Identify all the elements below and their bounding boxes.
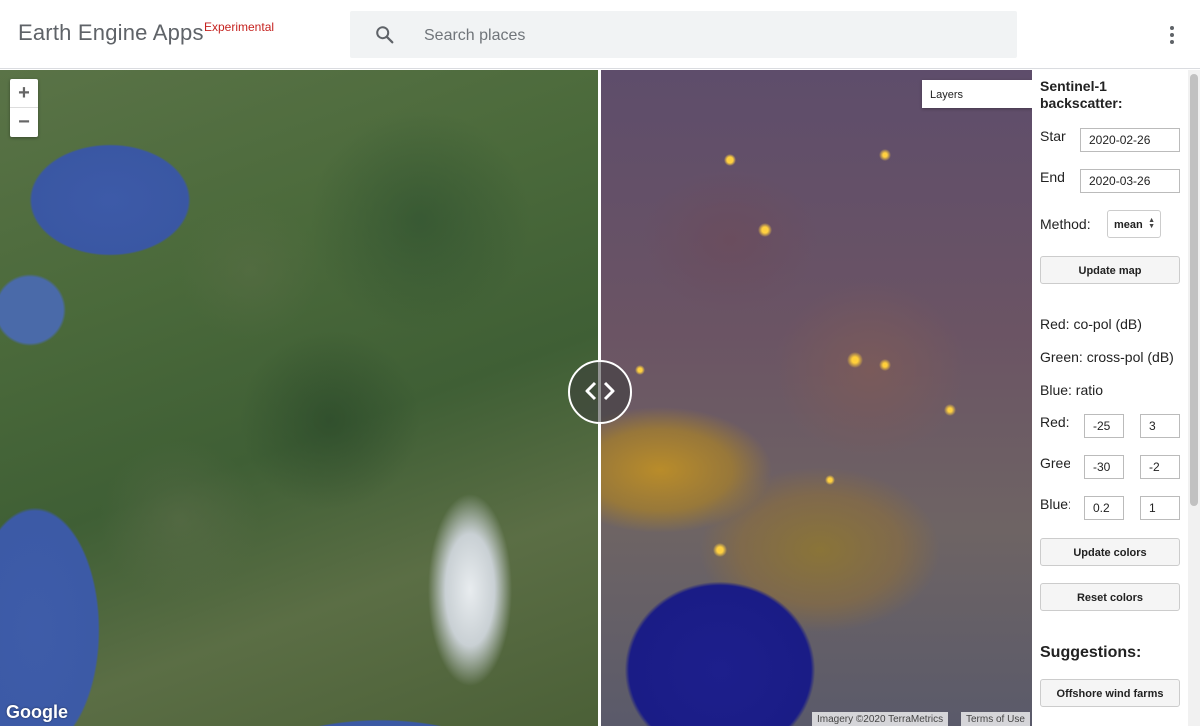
map-right-city-lights xyxy=(600,70,1032,726)
app-title[interactable]: Earth Engine Apps xyxy=(18,20,204,46)
map-left-satellite[interactable] xyxy=(0,70,600,726)
legend-red: Red: co-pol (dB) xyxy=(1040,316,1142,332)
search-input[interactable] xyxy=(422,11,1006,60)
suggestion-offshore-wind-button[interactable]: Offshore wind farms xyxy=(1040,679,1180,707)
red-max-input[interactable]: 3 xyxy=(1140,414,1180,438)
scrollbar-thumb[interactable] xyxy=(1190,74,1198,506)
terms-link[interactable]: Terms of Use xyxy=(961,712,1030,726)
google-logo: Google xyxy=(6,702,68,722)
method-select-value: mean xyxy=(1114,219,1143,231)
app-header: Earth Engine Apps Experimental xyxy=(0,0,1200,69)
map-left-texture xyxy=(0,70,600,726)
start-date-input[interactable]: 2020-02-26 xyxy=(1080,128,1180,152)
search-icon[interactable] xyxy=(374,24,396,46)
method-label: Method: xyxy=(1040,216,1091,232)
zoom-out-button[interactable]: − xyxy=(10,108,38,137)
green-max-input[interactable]: -2 xyxy=(1140,455,1180,479)
blue-min-input[interactable]: 0.2 xyxy=(1084,496,1124,520)
legend-blue: Blue: ratio xyxy=(1040,382,1104,398)
chevrons-left-right-icon xyxy=(585,381,615,401)
imagery-attribution: Imagery ©2020 TerraMetrics xyxy=(812,712,949,726)
control-panel: Sentinel-1 backscatter: Start 2020-02-26… xyxy=(1032,70,1188,726)
update-map-button[interactable]: Update map xyxy=(1040,256,1180,284)
end-label: End xyxy=(1040,169,1065,185)
legend-green: Green: cross-pol (dB) xyxy=(1040,349,1174,365)
green-min-input[interactable]: -30 xyxy=(1084,455,1124,479)
split-handle[interactable] xyxy=(568,360,632,424)
zoom-in-button[interactable]: + xyxy=(10,79,38,108)
panel-title: Sentinel-1 backscatter: xyxy=(1040,78,1123,111)
suggestions-title: Suggestions: xyxy=(1040,644,1142,661)
start-label: Start xyxy=(1040,128,1066,144)
green-label: Green: xyxy=(1040,455,1070,471)
experimental-badge: Experimental xyxy=(204,20,275,34)
blue-max-input[interactable]: 1 xyxy=(1140,496,1180,520)
end-date-input[interactable]: 2020-03-26 xyxy=(1080,169,1180,193)
panel-scrollbar[interactable] xyxy=(1188,70,1200,726)
red-min-input[interactable]: -25 xyxy=(1084,414,1124,438)
red-label: Red: xyxy=(1040,414,1070,430)
update-colors-button[interactable]: Update colors xyxy=(1040,538,1180,566)
zoom-control: + − xyxy=(10,79,38,137)
method-select[interactable]: mean ▲ ▼ xyxy=(1107,210,1161,238)
blue-label: Blue: xyxy=(1040,496,1070,512)
layers-control[interactable]: Layers xyxy=(922,80,1032,108)
search-box[interactable] xyxy=(350,11,1017,60)
reset-colors-button[interactable]: Reset colors xyxy=(1040,583,1180,611)
map-right-sentinel[interactable] xyxy=(600,70,1032,726)
select-arrows-icon: ▲ ▼ xyxy=(1148,217,1155,230)
more-vert-icon[interactable] xyxy=(1162,24,1182,46)
